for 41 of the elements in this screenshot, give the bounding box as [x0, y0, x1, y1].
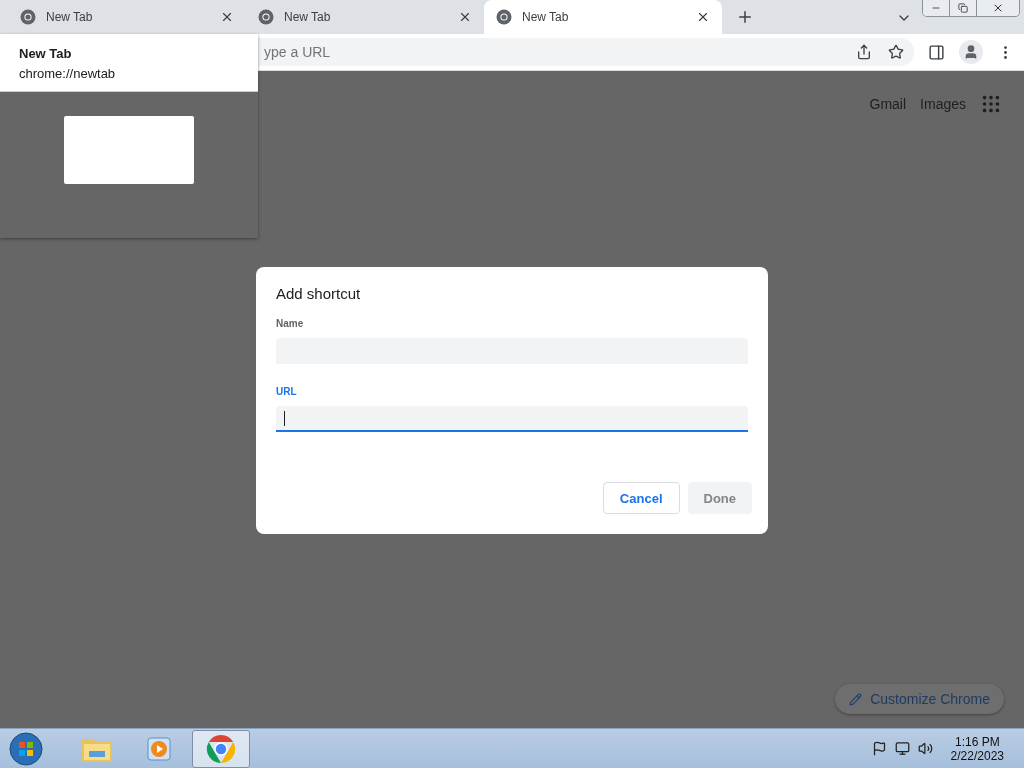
chrome-icon: [20, 9, 36, 25]
restore-icon: [958, 3, 968, 13]
flag-icon[interactable]: [871, 741, 887, 756]
close-icon[interactable]: [458, 10, 472, 24]
top-link[interactable]: Images: [920, 96, 966, 112]
apps-grid-icon[interactable]: [980, 93, 1002, 115]
share-icon[interactable]: [856, 44, 872, 60]
address-bar[interactable]: ype a URL: [258, 38, 914, 66]
chrome-icon: [258, 9, 274, 25]
chrome-icon: [206, 733, 236, 764]
dialog-title: Add shortcut: [276, 285, 362, 302]
close-window-button[interactable]: [976, 0, 1019, 16]
hover-card-title: New Tab: [19, 46, 73, 61]
browser-tab[interactable]: New Tab: [8, 0, 246, 34]
top-link[interactable]: Gmail: [869, 96, 907, 112]
new-tab-icon[interactable]: [736, 8, 754, 26]
browser-tab[interactable]: New Tab: [246, 0, 484, 34]
clock[interactable]: 1:16 PM 2/22/2023: [950, 734, 1004, 763]
clock-date: 2/22/2023: [950, 748, 1004, 763]
close-icon[interactable]: [220, 10, 234, 24]
star-icon[interactable]: [888, 44, 904, 60]
clock-time: 1:16 PM: [954, 734, 1000, 749]
network-icon[interactable]: [894, 741, 910, 756]
media-player-icon: [145, 734, 173, 763]
close-icon: [992, 2, 1004, 14]
hover-card-url: chrome://newtab: [19, 66, 117, 81]
field-label: Name: [276, 318, 305, 329]
profile-avatar[interactable]: [959, 40, 983, 64]
close-icon[interactable]: [696, 10, 710, 24]
text-cursor: [284, 411, 285, 426]
restore-button[interactable]: [949, 0, 976, 16]
input-field[interactable]: [276, 406, 748, 432]
pencil-icon: [849, 692, 863, 706]
browser-tab[interactable]: New Tab: [484, 0, 722, 34]
volume-icon[interactable]: [917, 741, 933, 756]
start-button[interactable]: [8, 730, 44, 767]
field-label: URL: [276, 386, 298, 397]
taskbar-app[interactable]: [192, 729, 250, 768]
side-panel-icon[interactable]: [928, 43, 945, 61]
chrome-icon: [496, 9, 512, 25]
dialog-button[interactable]: Cancel: [602, 482, 680, 514]
